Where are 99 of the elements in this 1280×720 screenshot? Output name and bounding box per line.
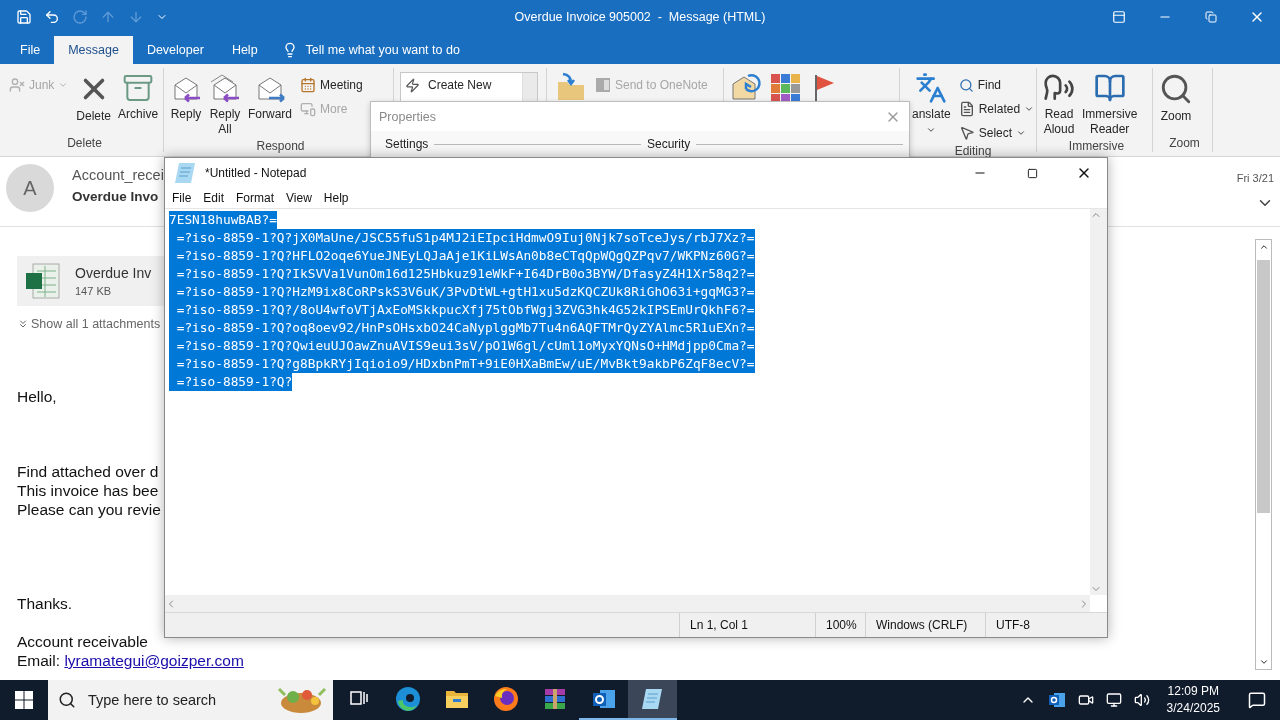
save-icon — [16, 9, 32, 25]
restore-icon — [1205, 11, 1217, 23]
browser-icon — [394, 686, 421, 712]
translate-button[interactable]: anslate — [910, 70, 953, 137]
menu-tab[interactable]: Message — [54, 36, 133, 64]
mail-app-icon — [1047, 691, 1066, 709]
zoom-button[interactable]: Zoom — [1157, 70, 1195, 126]
menu-tab[interactable]: Help — [217, 36, 272, 64]
redo-icon — [72, 9, 88, 25]
pointer-icon — [958, 125, 975, 141]
lightning-icon — [405, 77, 420, 93]
reply-all-button[interactable]: Reply All — [207, 70, 243, 139]
body-text: This invoice has bee — [17, 481, 160, 500]
encoding: UTF-8 — [985, 613, 1107, 637]
body-text: Please can you revie — [17, 500, 161, 519]
section-label: Settings — [385, 137, 429, 151]
menu-item[interactable]: View — [280, 191, 318, 205]
line-ending: Windows (CRLF) — [865, 613, 985, 637]
volume-icon — [1133, 692, 1150, 708]
down-icon — [128, 9, 144, 25]
meeting-button[interactable]: Meeting — [297, 74, 366, 96]
scroll-down-icon[interactable] — [1258, 657, 1269, 667]
section-label: Security — [647, 137, 691, 151]
reply-all-icon — [209, 72, 241, 104]
scroll-up-icon[interactable] — [1258, 242, 1269, 252]
email-link[interactable]: lyramategui@goizper.com — [64, 652, 244, 669]
group-label: Editing — [953, 144, 993, 158]
attachment-size: 147 KB — [75, 285, 113, 297]
window-title: *Untitled - Notepad — [205, 166, 308, 180]
message-date: Fri 3/21 — [1236, 172, 1274, 184]
search-icon — [958, 77, 974, 93]
notification-icon — [1248, 691, 1266, 709]
group-label: Delete — [66, 136, 103, 152]
show-attachments-link[interactable]: Show all 1 attachments — [17, 317, 161, 331]
clock[interactable]: 12:09 PM 3/24/2025 — [1158, 683, 1228, 717]
window-title: Overdue Invoice 905002 - Message (HTML) — [514, 10, 766, 24]
document-icon — [958, 101, 975, 117]
devices-icon — [300, 101, 316, 117]
cursor-position: Ln 1, Col 1 — [679, 613, 815, 637]
zoom-level: 100% — [815, 613, 865, 637]
search-icon — [58, 691, 76, 709]
select-button[interactable]: Select — [955, 122, 1038, 144]
book-icon — [1093, 72, 1126, 104]
menu-tab[interactable]: Developer — [132, 36, 218, 64]
archive-icon — [122, 72, 155, 104]
color-grid-icon — [769, 72, 801, 104]
zoom-icon — [1159, 72, 1193, 106]
double-chevron-icon — [17, 318, 29, 330]
forward-button[interactable]: Forward — [246, 70, 294, 124]
attachment-name: Overdue Inv — [75, 265, 152, 281]
menu-item[interactable]: Help — [317, 191, 355, 205]
clock-time: 12:09 PM — [1167, 683, 1219, 700]
immersive-reader-button[interactable]: Immersive Reader — [1080, 70, 1140, 139]
dropdown-caret-icon — [58, 80, 69, 90]
search-input[interactable]: Type here to search — [86, 691, 261, 709]
up-icon — [100, 9, 116, 25]
dropdown-caret-icon — [926, 125, 937, 135]
body-text: Thanks. — [17, 594, 73, 613]
menu-tab[interactable]: File — [6, 36, 55, 64]
dropdown-caret-icon — [1016, 128, 1027, 138]
body-text: Hello, — [17, 387, 57, 406]
delete-button[interactable]: Delete — [74, 70, 114, 126]
maximize-icon — [1026, 167, 1038, 179]
attachment-card[interactable]: Overdue Inv 147 KB — [17, 256, 164, 306]
video-icon — [1077, 692, 1094, 708]
browser-icon — [492, 686, 519, 712]
menu-item[interactable]: File — [166, 191, 198, 205]
archive-button[interactable]: Archive — [116, 70, 161, 124]
clock-date: 3/24/2025 — [1166, 700, 1220, 717]
body-text: Find attached over d — [17, 462, 160, 481]
group-label: Zoom — [1168, 136, 1201, 152]
group-label: Immersive — [1067, 139, 1126, 153]
network-icon — [1105, 692, 1122, 708]
avatar: A — [6, 164, 54, 212]
message-subject: Overdue Invo — [72, 189, 159, 204]
body-text: Account receivable — [17, 632, 148, 651]
find-button[interactable]: Find — [955, 74, 1038, 96]
read-aloud-button[interactable]: Read Aloud — [1041, 70, 1077, 139]
translate-icon — [915, 72, 948, 104]
reply-button[interactable]: Reply — [168, 70, 204, 124]
dropdown-caret-icon — [1024, 104, 1035, 114]
undo-icon — [44, 9, 60, 25]
scroll-thumb[interactable] — [1257, 260, 1270, 513]
dialog-title: Properties — [379, 109, 436, 124]
windows-logo-icon — [15, 691, 33, 709]
email-line: Email: lyramategui@goizper.com — [17, 651, 244, 670]
menu-item[interactable]: Format — [230, 191, 281, 205]
ribbon-display-icon — [1112, 10, 1126, 24]
person-icon — [9, 77, 25, 93]
sender-name: Account_recei — [72, 167, 164, 183]
spreadsheet-icon — [23, 261, 63, 301]
quick-step-item[interactable]: Create New — [401, 73, 522, 97]
related-button[interactable]: Related — [955, 98, 1038, 120]
taskbar-button[interactable] — [628, 680, 677, 720]
menu-item[interactable]: Edit — [197, 191, 231, 205]
calendar-icon — [300, 77, 316, 93]
tell-me-field[interactable]: Tell me what you want to do — [271, 36, 470, 64]
notebook-icon — [595, 77, 611, 93]
taskbar-search-box[interactable]: Type here to search — [48, 680, 333, 720]
